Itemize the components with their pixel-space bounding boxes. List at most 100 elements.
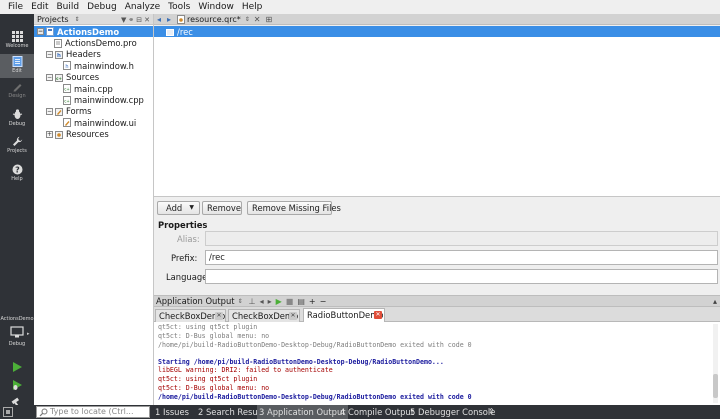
add-dropdown-button[interactable]: Add ▼ bbox=[157, 201, 200, 215]
split-icon[interactable]: ⊟ bbox=[136, 16, 142, 24]
language-field[interactable] bbox=[205, 269, 718, 284]
menu-build[interactable]: Build bbox=[53, 0, 84, 14]
link-icon[interactable]: ⚭ bbox=[128, 16, 134, 24]
qt-creator-window: File Edit Build Debug Analyze Tools Wind… bbox=[0, 0, 720, 419]
prefix-row-selected[interactable]: /rec bbox=[154, 26, 720, 37]
output-line: /home/pi/build-RadioButtonDemo-Desktop-D… bbox=[158, 393, 472, 401]
close-tab-icon[interactable]: ✕ bbox=[254, 15, 261, 24]
attach-icon[interactable]: ⊥ bbox=[249, 297, 256, 306]
mode-edit[interactable]: Edit bbox=[0, 54, 34, 78]
back-arrow-icon[interactable]: ◂ bbox=[154, 15, 164, 24]
output-scrollbar[interactable] bbox=[713, 324, 718, 403]
tree-item-project[interactable]: − ActionsDemo bbox=[34, 26, 153, 38]
selector-arrow-icon[interactable]: ⇕ bbox=[75, 16, 80, 23]
tree-item-mainwindow-ui[interactable]: mainwindow.ui bbox=[34, 117, 153, 128]
prev-icon[interactable]: ◂ bbox=[260, 297, 264, 306]
sources-folder-icon: c+ bbox=[55, 73, 63, 82]
menu-edit[interactable]: Edit bbox=[27, 0, 52, 14]
tree-item-main-cpp[interactable]: c+ main.cpp bbox=[34, 83, 153, 94]
collapse-toggle-icon[interactable]: − bbox=[46, 73, 53, 81]
tree-item-mainwindow-cpp[interactable]: c+ mainwindow.cpp bbox=[34, 94, 153, 105]
mode-design[interactable]: Design bbox=[0, 79, 34, 103]
prefix-field[interactable]: /rec bbox=[205, 250, 718, 265]
zoom-out-icon[interactable]: − bbox=[320, 297, 327, 306]
tree-item-label: Forms bbox=[66, 106, 92, 117]
output-line: qt5ct: D-Bus global menu: no bbox=[158, 384, 270, 392]
remove-button[interactable]: Remove bbox=[202, 201, 242, 215]
svg-text:h: h bbox=[57, 53, 61, 59]
menu-analyze[interactable]: Analyze bbox=[121, 0, 164, 14]
menu-window[interactable]: Window bbox=[194, 0, 238, 14]
output-tab[interactable]: CheckBoxDemo ✕ bbox=[155, 309, 226, 322]
pro-file-icon bbox=[54, 38, 62, 48]
close-tab-icon[interactable]: ✕ bbox=[374, 311, 382, 319]
toggle-sidebar-icon[interactable] bbox=[3, 407, 13, 417]
tree-item-resources[interactable]: + Resources bbox=[34, 129, 153, 140]
properties-section: Properties Alias: Prefix: /rec Language: bbox=[154, 218, 720, 295]
output-line: qt5ct: using qt5ct plugin bbox=[158, 323, 258, 331]
expand-toggle-icon[interactable]: + bbox=[46, 130, 53, 138]
tree-item-sources[interactable]: − c+ Sources bbox=[34, 72, 153, 83]
menu-debug[interactable]: Debug bbox=[83, 0, 121, 14]
svg-text:c+: c+ bbox=[64, 98, 70, 103]
status-tab-compile-output[interactable]: 4 Compile Output bbox=[338, 405, 416, 419]
menu-tools[interactable]: Tools bbox=[164, 0, 194, 14]
stop-icon[interactable]: ■ bbox=[286, 297, 294, 306]
mode-sidebar: Welcome Edit Design Debug Projects ? Hel… bbox=[0, 14, 34, 419]
alias-field[interactable] bbox=[205, 231, 718, 246]
mode-projects-label: Projects bbox=[7, 148, 27, 154]
locator-input[interactable]: Type to locate (Ctrl... bbox=[36, 406, 150, 418]
kit-selector[interactable]: ▸ Debug bbox=[0, 324, 34, 350]
tree-item-label: Resources bbox=[66, 129, 109, 140]
panel-view-selector[interactable]: Projects bbox=[37, 15, 69, 24]
output-line: libEGL warning: DRI2: failed to authenti… bbox=[158, 366, 333, 374]
split-editor-icon[interactable]: ⊞ bbox=[266, 15, 273, 24]
output-selector-icon[interactable]: ⇕ bbox=[238, 298, 243, 305]
editor-tab-bar: ◂ ▸ resource.qrc* ⇕ ✕ ⊞ bbox=[154, 14, 720, 25]
application-output-console[interactable]: qt5ct: using qt5ct plugin qt5ct: D-Bus g… bbox=[154, 322, 720, 405]
status-bar: Type to locate (Ctrl... 1 Issues 2 Searc… bbox=[0, 405, 720, 419]
output-tab-active[interactable]: RadioButtonDemo ✕ bbox=[303, 308, 385, 322]
tree-item-label: main.cpp bbox=[74, 83, 113, 94]
mode-welcome[interactable]: Welcome bbox=[0, 29, 34, 53]
mode-design-label: Design bbox=[8, 93, 26, 99]
status-tab-debugger-console[interactable]: 5 Debugger Console bbox=[408, 405, 497, 419]
filter-output-icon[interactable]: ▤ bbox=[297, 297, 305, 306]
rerun-icon[interactable]: ▶ bbox=[276, 297, 282, 306]
tree-item-headers[interactable]: − h Headers bbox=[34, 49, 153, 60]
remove-missing-files-button[interactable]: Remove Missing Files bbox=[247, 201, 341, 215]
forward-arrow-icon[interactable]: ▸ bbox=[164, 15, 174, 24]
mode-welcome-label: Welcome bbox=[5, 43, 29, 49]
collapse-toggle-icon[interactable]: − bbox=[46, 50, 53, 58]
header-file-icon: h bbox=[63, 61, 71, 71]
maximize-output-icon[interactable]: ▴ bbox=[713, 297, 717, 306]
tab-dropdown-icon[interactable]: ⇕ bbox=[245, 16, 250, 23]
menu-help[interactable]: Help bbox=[238, 0, 267, 14]
more-tabs-icon[interactable]: ⇕ bbox=[488, 405, 495, 419]
tree-item-forms[interactable]: − Forms bbox=[34, 106, 153, 117]
tree-item-mainwindow-h[interactable]: h mainwindow.h bbox=[34, 60, 153, 71]
output-tab[interactable]: CheckBoxDemo ✕ bbox=[228, 309, 300, 322]
editor-tab-name[interactable]: resource.qrc* bbox=[187, 15, 241, 24]
mode-debug[interactable]: Debug bbox=[0, 107, 34, 131]
run-icon[interactable] bbox=[11, 361, 23, 373]
next-icon[interactable]: ▸ bbox=[268, 297, 272, 306]
tree-item-pro-file[interactable]: ActionsDemo.pro bbox=[34, 37, 153, 48]
close-tab-icon[interactable]: ✕ bbox=[289, 312, 297, 320]
close-tab-icon[interactable]: ✕ bbox=[215, 312, 223, 320]
mode-help[interactable]: ? Help bbox=[0, 162, 34, 186]
collapse-toggle-icon[interactable]: − bbox=[46, 107, 53, 115]
question-icon: ? bbox=[12, 164, 22, 175]
debug-run-icon[interactable] bbox=[11, 379, 23, 391]
zoom-in-icon[interactable]: + bbox=[309, 297, 316, 306]
mode-projects[interactable]: Projects bbox=[0, 134, 34, 158]
scrollbar-thumb[interactable] bbox=[713, 374, 718, 398]
status-tab-application-output[interactable]: 3 Application Output bbox=[257, 405, 348, 419]
filter-icon[interactable]: ▼ bbox=[121, 16, 126, 24]
close-panel-icon[interactable]: ✕ bbox=[144, 16, 150, 24]
menu-file[interactable]: File bbox=[4, 0, 27, 14]
locator-placeholder: Type to locate (Ctrl... bbox=[50, 407, 134, 416]
tree-item-label: ActionsDemo bbox=[57, 26, 120, 37]
status-tab-issues[interactable]: 1 Issues bbox=[153, 405, 191, 419]
collapse-toggle-icon[interactable]: − bbox=[37, 28, 44, 36]
